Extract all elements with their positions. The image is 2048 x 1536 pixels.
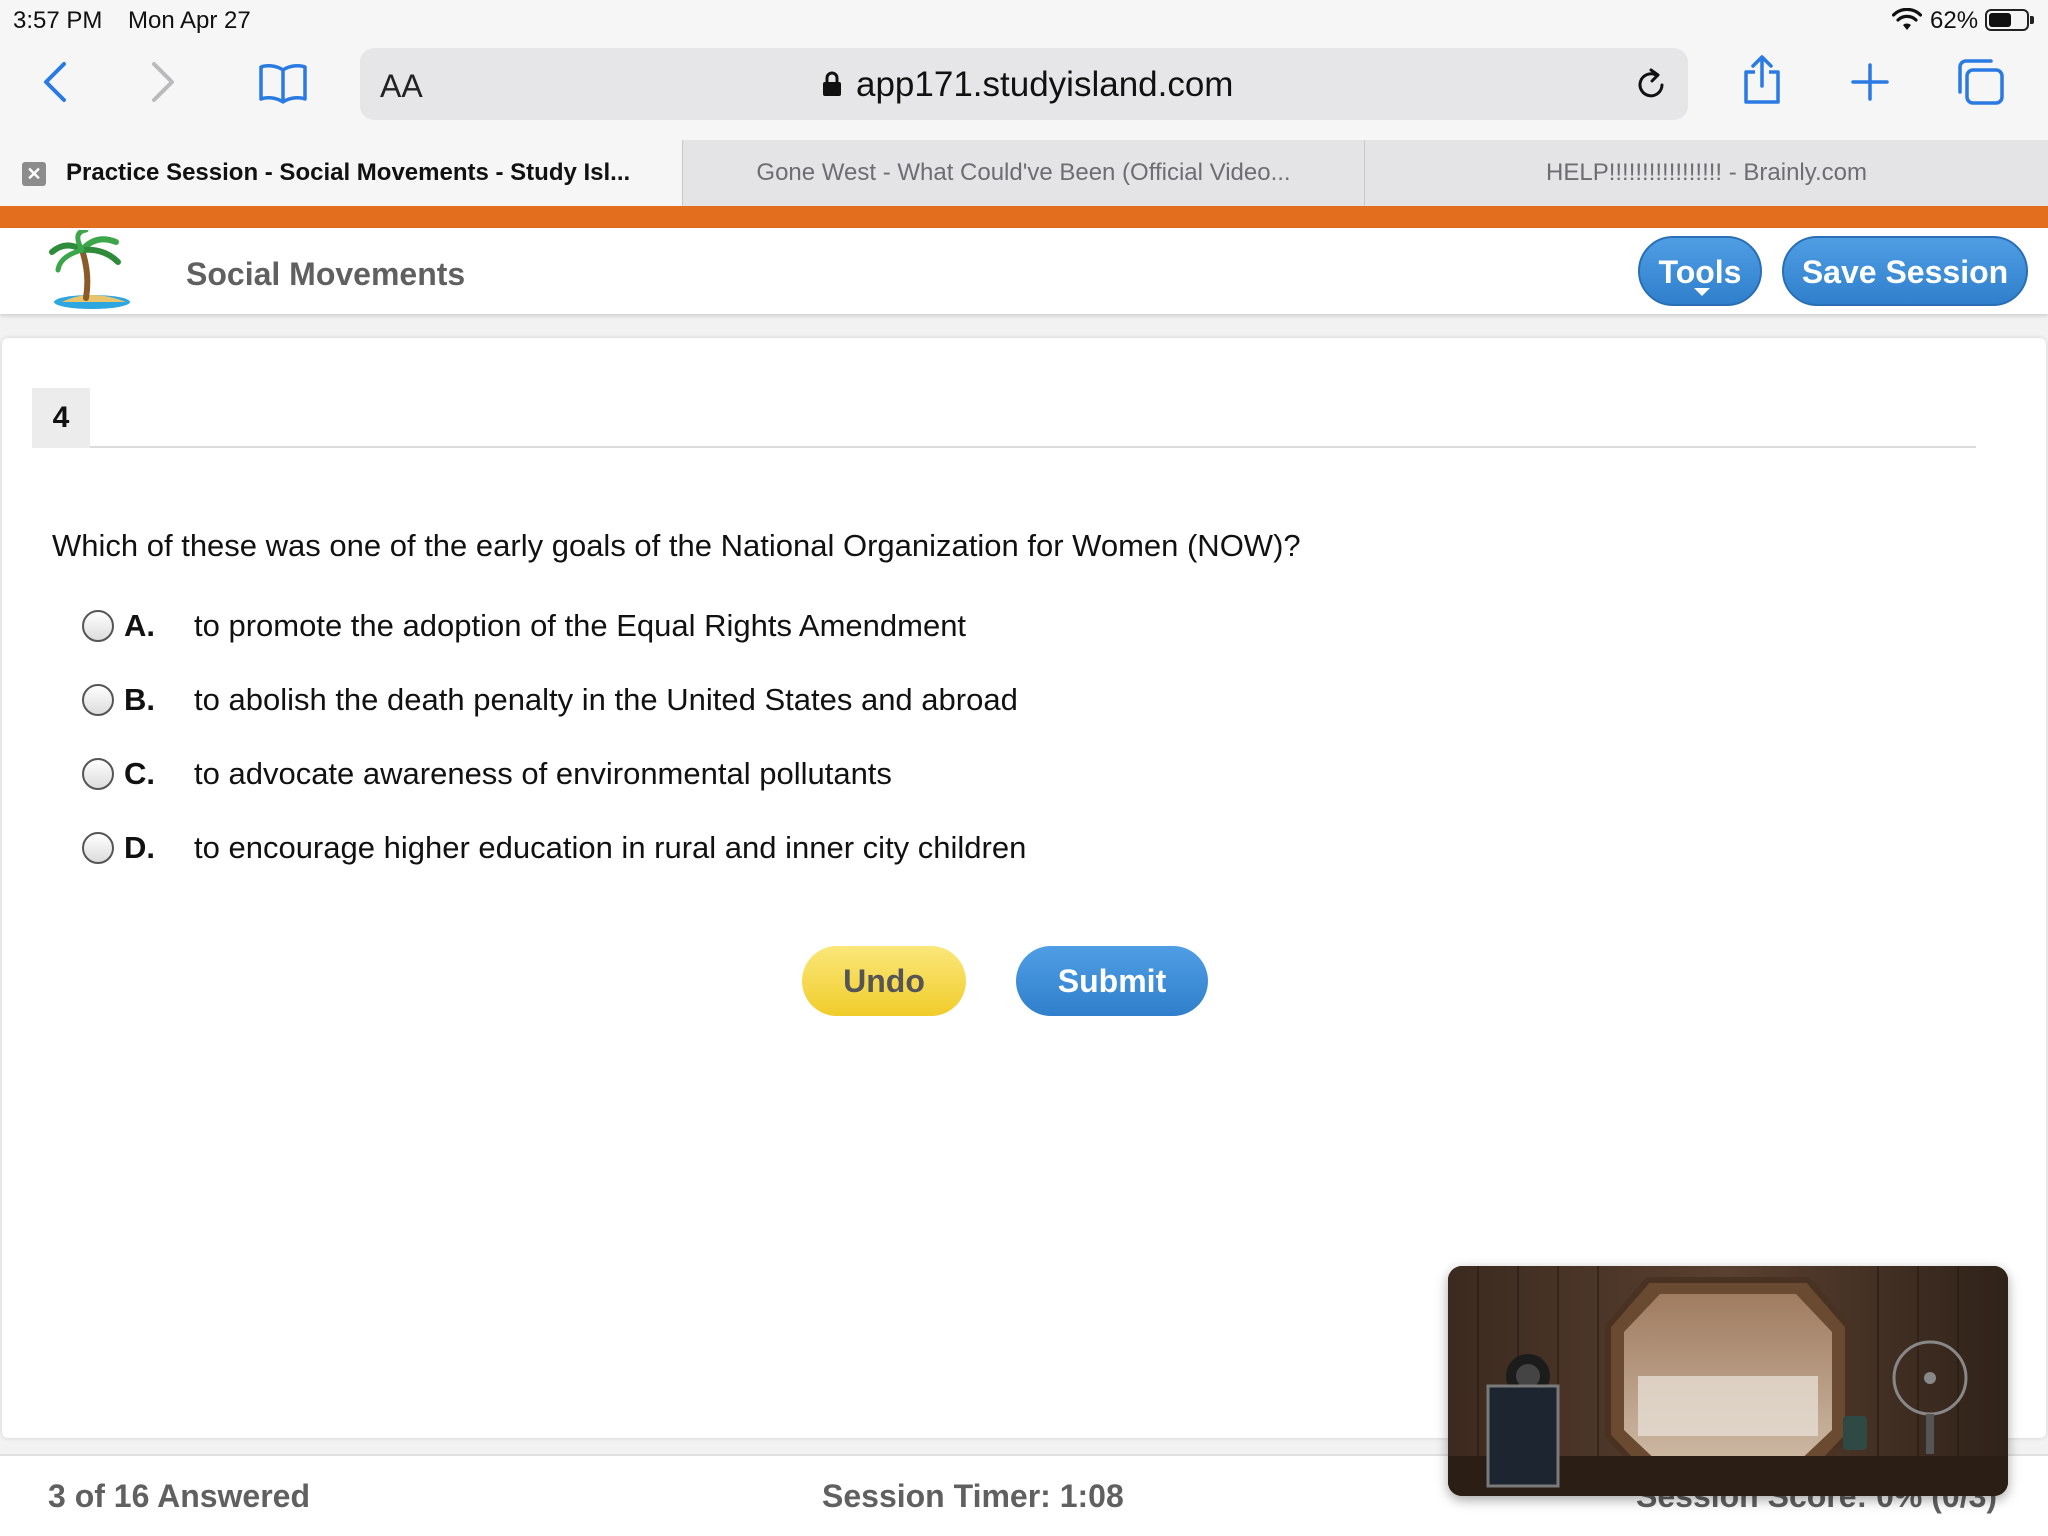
tabs-icon[interactable] bbox=[1955, 58, 2005, 106]
status-date: Mon Apr 27 bbox=[128, 7, 251, 34]
choice-text[interactable]: to advocate awareness of environmental p… bbox=[194, 756, 892, 792]
battery-fill bbox=[1989, 13, 2011, 27]
tab-practice-session[interactable]: ✕ Practice Session - Social Movements - … bbox=[0, 140, 682, 206]
choice-text[interactable]: to abolish the death penalty in the Unit… bbox=[194, 682, 1018, 718]
choice-letter: D. bbox=[124, 830, 155, 865]
tab-gone-west[interactable]: Gone West - What Could've Been (Official… bbox=[682, 140, 1364, 206]
answered-count: 3 of 16 Answered bbox=[48, 1478, 311, 1514]
video-frame-image bbox=[1448, 1266, 2008, 1496]
question-number-row: 4 bbox=[32, 388, 1976, 448]
battery-percent: 62% bbox=[1930, 7, 1979, 34]
page-title: Social Movements bbox=[186, 256, 466, 292]
tab-title: Practice Session - Social Movements - St… bbox=[66, 159, 631, 186]
close-tab-icon[interactable]: ✕ bbox=[22, 162, 46, 186]
battery-icon bbox=[1985, 9, 2034, 31]
radio-button-b[interactable] bbox=[82, 684, 114, 716]
tab-bar: ✕ Practice Session - Social Movements - … bbox=[0, 140, 2048, 206]
browser-toolbar: AA app171.studyisland.com bbox=[0, 40, 2048, 140]
bookmarks-icon[interactable] bbox=[258, 62, 308, 104]
choice-letter: A. bbox=[124, 608, 155, 643]
tab-brainly[interactable]: HELP!!!!!!!!!!!!!!!!! - Brainly.com bbox=[1364, 140, 2048, 206]
radio-button-a[interactable] bbox=[82, 610, 114, 642]
reload-icon[interactable] bbox=[1634, 68, 1668, 102]
tab-title: HELP!!!!!!!!!!!!!!!!! - Brainly.com bbox=[1546, 159, 1867, 186]
save-session-label: Save Session bbox=[1801, 254, 2009, 290]
url-text[interactable]: app171.studyisland.com bbox=[856, 65, 1233, 105]
answer-choice-d[interactable]: D. to encourage higher education in rura… bbox=[82, 826, 1282, 870]
answer-choice-a[interactable]: A. to promote the adoption of the Equal … bbox=[82, 604, 1282, 648]
chevron-down-icon bbox=[1694, 288, 1710, 296]
app-header: Social Movements Tools Save Session bbox=[0, 228, 2048, 314]
question-number: 4 bbox=[32, 388, 90, 448]
answer-choice-c[interactable]: C. to advocate awareness of environmenta… bbox=[82, 752, 1282, 796]
tab-title: Gone West - What Could've Been (Official… bbox=[756, 159, 1291, 186]
palm-tree-logo-icon bbox=[49, 230, 130, 309]
address-bar[interactable]: AA app171.studyisland.com bbox=[360, 48, 1688, 120]
undo-button[interactable]: Undo bbox=[802, 946, 966, 1016]
choice-letter: C. bbox=[124, 756, 155, 791]
new-tab-icon[interactable] bbox=[1850, 62, 1890, 102]
save-session-button[interactable]: Save Session bbox=[1782, 236, 2028, 306]
tools-button[interactable]: Tools bbox=[1638, 236, 1762, 306]
choice-letter: B. bbox=[124, 682, 155, 717]
choice-text[interactable]: to promote the adoption of the Equal Rig… bbox=[194, 608, 966, 644]
share-icon[interactable] bbox=[1742, 54, 1782, 106]
wifi-icon bbox=[1892, 8, 1922, 30]
accent-band bbox=[0, 206, 2048, 228]
question-text: Which of these was one of the early goal… bbox=[52, 528, 1301, 563]
back-icon[interactable] bbox=[38, 60, 72, 104]
answer-choice-b[interactable]: B. to abolish the death penalty in the U… bbox=[82, 678, 1282, 722]
submit-button[interactable]: Submit bbox=[1016, 946, 1208, 1016]
session-timer: Session Timer: 1:08 bbox=[822, 1478, 1124, 1514]
tools-label: Tools bbox=[1658, 254, 1742, 290]
radio-button-c[interactable] bbox=[82, 758, 114, 790]
status-time: 3:57 PM bbox=[13, 7, 103, 34]
lock-icon bbox=[823, 71, 841, 96]
forward-icon[interactable] bbox=[146, 60, 180, 104]
battery-nub bbox=[2030, 16, 2034, 24]
status-bar: 3:57 PM Mon Apr 27 62% bbox=[0, 0, 2048, 40]
picture-in-picture-video[interactable] bbox=[1448, 1266, 2008, 1496]
text-size-button[interactable]: AA bbox=[380, 68, 423, 105]
radio-button-d[interactable] bbox=[82, 832, 114, 864]
choice-text[interactable]: to encourage higher education in rural a… bbox=[194, 830, 1026, 866]
